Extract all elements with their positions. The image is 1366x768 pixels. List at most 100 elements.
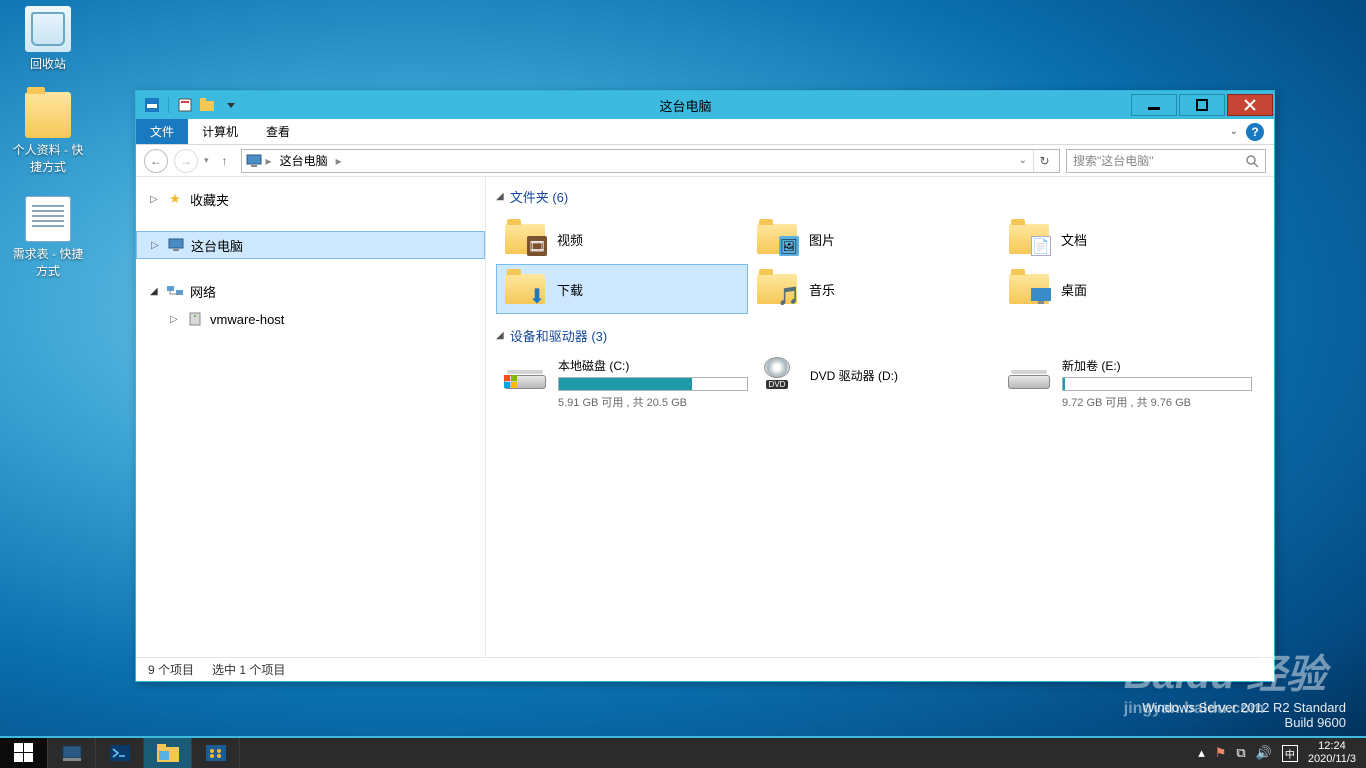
maximize-button[interactable] bbox=[1179, 94, 1225, 116]
collapse-caret-icon[interactable]: ◢ bbox=[150, 286, 160, 297]
qat-properties-icon[interactable] bbox=[175, 95, 195, 115]
desktop-icon-label: 需求表 - 快捷方式 bbox=[10, 245, 86, 279]
tray-ime-icon[interactable]: 中 bbox=[1282, 745, 1298, 762]
refresh-button[interactable]: ↻ bbox=[1033, 150, 1055, 172]
nav-this-pc[interactable]: ▷ 这台电脑 bbox=[136, 231, 485, 259]
nav-item-label: 这台电脑 bbox=[191, 236, 243, 255]
search-input[interactable]: 搜索"这台电脑" bbox=[1066, 149, 1266, 173]
desktop-overlay-icon bbox=[1031, 286, 1051, 306]
desktop-icon-label: 回收站 bbox=[10, 55, 86, 72]
nav-item-label: 收藏夹 bbox=[190, 190, 229, 209]
expand-caret-icon[interactable]: ▷ bbox=[170, 314, 180, 325]
drive-d-dvd[interactable]: DVD DVD 驱动器 (D:) bbox=[748, 353, 1000, 414]
qat-dropdown-icon[interactable] bbox=[221, 95, 241, 115]
video-overlay-icon: 🎞 bbox=[527, 236, 547, 256]
taskbar-explorer[interactable] bbox=[144, 738, 192, 768]
hard-drive-icon bbox=[504, 357, 546, 389]
search-icon bbox=[1245, 154, 1259, 168]
nav-history-dropdown-icon[interactable]: ▾ bbox=[204, 155, 209, 166]
start-button[interactable] bbox=[0, 738, 48, 768]
navigation-pane: ▷ ★ 收藏夹 ▷ 这台电脑 ◢ 网络 ▷ bbox=[136, 177, 486, 657]
system-tray: ▴ ⚑ ⧉ 🔊 中 12:24 2020/11/3 bbox=[1188, 738, 1366, 768]
nav-back-button[interactable]: ← bbox=[144, 149, 168, 173]
collapse-caret-icon[interactable]: ◢ bbox=[496, 191, 504, 202]
folder-icon bbox=[1009, 274, 1049, 304]
tray-up-icon[interactable]: ▴ bbox=[1198, 745, 1205, 761]
nav-favorites[interactable]: ▷ ★ 收藏夹 bbox=[136, 185, 485, 213]
ribbon-expand-icon[interactable]: ⌄ bbox=[1230, 126, 1238, 137]
storage-bar bbox=[1062, 377, 1252, 391]
folder-icon: 🎵 bbox=[757, 274, 797, 304]
computer-icon bbox=[246, 154, 262, 168]
desktop-textfile-shortcut[interactable]: 需求表 - 快捷方式 bbox=[10, 196, 86, 279]
nav-vmware-host[interactable]: ▷ vmware-host bbox=[136, 305, 485, 333]
clock-date: 2020/11/3 bbox=[1308, 753, 1356, 766]
desktop-folder-shortcut[interactable]: 个人资料 - 快捷方式 bbox=[10, 92, 86, 175]
breadcrumb[interactable]: 这台电脑 bbox=[276, 150, 332, 171]
dvd-drive-icon: DVD bbox=[756, 357, 798, 389]
expand-caret-icon[interactable]: ▷ bbox=[150, 194, 160, 205]
desktop-recycle-bin[interactable]: 回收站 bbox=[10, 6, 86, 72]
explorer-icon bbox=[157, 744, 179, 762]
nav-up-button[interactable]: ↑ bbox=[215, 151, 235, 171]
taskbar-powershell[interactable] bbox=[96, 738, 144, 768]
ribbon-tab-view[interactable]: 查看 bbox=[252, 119, 304, 144]
nav-network[interactable]: ◢ 网络 bbox=[136, 277, 485, 305]
search-placeholder: 搜索"这台电脑" bbox=[1073, 152, 1245, 169]
close-button[interactable] bbox=[1227, 94, 1273, 116]
folder-icon: 🎞 bbox=[505, 224, 545, 254]
folder-desktop[interactable]: 桌面 bbox=[1000, 264, 1252, 314]
drive-storage-text: 9.72 GB 可用 , 共 9.76 GB bbox=[1062, 394, 1252, 410]
ribbon-tab-computer[interactable]: 计算机 bbox=[188, 119, 252, 144]
nav-forward-button[interactable]: → bbox=[174, 149, 198, 173]
nav-item-label: 网络 bbox=[190, 282, 216, 301]
picture-overlay-icon: 🖼 bbox=[779, 236, 799, 256]
network-icon bbox=[166, 283, 184, 299]
expand-caret-icon[interactable]: ▷ bbox=[151, 240, 161, 251]
recycle-bin-icon bbox=[25, 6, 71, 52]
help-button[interactable]: ? bbox=[1246, 123, 1264, 141]
desktop-icon-label: 个人资料 - 快捷方式 bbox=[10, 141, 86, 175]
taskbar-server-manager[interactable] bbox=[48, 738, 96, 768]
computer-icon bbox=[167, 237, 185, 253]
titlebar[interactable]: 这台电脑 bbox=[136, 91, 1274, 119]
address-dropdown-icon[interactable]: ⌄ bbox=[1019, 155, 1027, 166]
group-header-label: 设备和驱动器 (3) bbox=[510, 326, 608, 345]
qat-new-folder-icon[interactable] bbox=[198, 95, 218, 115]
status-selected-count: 选中 1 个项目 bbox=[212, 661, 285, 678]
powershell-icon bbox=[109, 743, 131, 763]
group-header-folders[interactable]: ◢ 文件夹 (6) bbox=[496, 187, 1264, 206]
breadcrumb-separator-icon[interactable]: ▸ bbox=[266, 154, 272, 168]
drive-e[interactable]: 新加卷 (E:) 9.72 GB 可用 , 共 9.76 GB bbox=[1000, 353, 1252, 414]
tray-network-icon[interactable]: ⧉ bbox=[1236, 745, 1245, 761]
document-overlay-icon: 📄 bbox=[1031, 236, 1051, 256]
drive-c[interactable]: 本地磁盘 (C:) 5.91 GB 可用 , 共 20.5 GB bbox=[496, 353, 748, 414]
window-title: 这台电脑 bbox=[241, 96, 1130, 115]
explorer-window: 这台电脑 文件 计算机 查看 ⌄ ? ← → ▾ ↑ ▸ 这台电脑 bbox=[135, 90, 1275, 682]
nav-item-label: vmware-host bbox=[210, 312, 284, 327]
folder-documents[interactable]: 📄 文档 bbox=[1000, 214, 1252, 264]
group-header-devices[interactable]: ◢ 设备和驱动器 (3) bbox=[496, 326, 1264, 345]
tray-volume-icon[interactable]: 🔊 bbox=[1256, 745, 1272, 761]
folder-label: 图片 bbox=[809, 230, 835, 249]
folder-music[interactable]: 🎵 音乐 bbox=[748, 264, 1000, 314]
taskbar-app[interactable] bbox=[192, 738, 240, 768]
minimize-button[interactable] bbox=[1131, 94, 1177, 116]
collapse-caret-icon[interactable]: ◢ bbox=[496, 330, 504, 341]
tray-flag-icon[interactable]: ⚑ bbox=[1215, 745, 1227, 761]
folder-icon: ⬇ bbox=[505, 274, 545, 304]
folder-pictures[interactable]: 🖼 图片 bbox=[748, 214, 1000, 264]
clock-time: 12:24 bbox=[1308, 740, 1356, 753]
folder-downloads[interactable]: ⬇ 下载 bbox=[496, 264, 748, 314]
taskbar-clock[interactable]: 12:24 2020/11/3 bbox=[1308, 740, 1356, 766]
address-bar[interactable]: ▸ 这台电脑 ▸ ⌄ ↻ bbox=[241, 149, 1060, 173]
breadcrumb-separator-icon[interactable]: ▸ bbox=[336, 154, 342, 168]
hard-drive-icon bbox=[1008, 357, 1050, 389]
folder-videos[interactable]: 🎞 视频 bbox=[496, 214, 748, 264]
address-bar-row: ← → ▾ ↑ ▸ 这台电脑 ▸ ⌄ ↻ 搜索"这台电脑" bbox=[136, 145, 1274, 177]
status-item-count: 9 个项目 bbox=[148, 661, 194, 678]
storage-bar bbox=[558, 377, 748, 391]
ribbon-tab-file[interactable]: 文件 bbox=[136, 119, 188, 144]
status-bar: 9 个项目 选中 1 个项目 bbox=[136, 657, 1274, 681]
system-menu-icon[interactable] bbox=[142, 95, 162, 115]
